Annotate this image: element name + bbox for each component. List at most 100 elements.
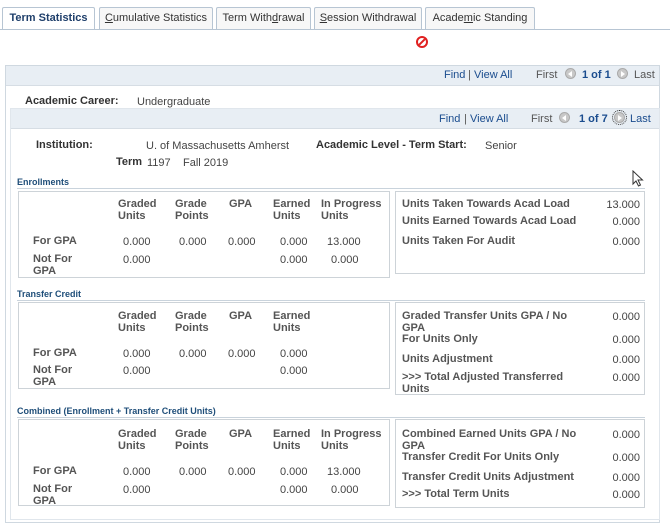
tab-label: Term With [222, 12, 273, 24]
table-cell: 0.000 [228, 348, 256, 360]
tab-label: Acade [432, 12, 464, 24]
tab-label: ession Withdrawal [327, 12, 417, 24]
col-header-graded-units: Graded Units [118, 198, 157, 222]
tab-label: umulative Statistics [112, 12, 208, 24]
table-cell: 0.000 [123, 365, 151, 377]
row-count: 1 of 7 [579, 113, 608, 125]
table-cell: 0.000 [331, 484, 359, 496]
col-header-grade-points: Grade Points [175, 310, 209, 334]
table-cell: 0.000 [179, 236, 207, 248]
table-cell: 0.000 [280, 348, 308, 360]
units-adjustment-label: Units Adjustment [402, 353, 493, 365]
tab-accesskey: C [104, 12, 113, 24]
total-term-units-label: >>> Total Term Units [402, 488, 510, 500]
col-header-graded-units: Graded Units [118, 428, 157, 452]
col-header-earned-units: Earned Units [273, 198, 311, 222]
table-cell: 13.000 [327, 466, 361, 478]
view-all-link[interactable]: View All [470, 113, 508, 125]
units-earned-acad-load-value: 0.000 [612, 216, 640, 228]
row-label-for-gpa: For GPA [33, 465, 77, 477]
table-cell: 0.000 [228, 466, 256, 478]
table-cell: 0.000 [280, 236, 308, 248]
table-cell: 0.000 [123, 254, 151, 266]
col-header-gpa: GPA [229, 428, 253, 440]
institution-value: U. of Massachusetts Amherst [146, 140, 290, 152]
nav-separator: | [464, 113, 467, 125]
tab-label: rawal [278, 12, 305, 24]
total-adjusted-transferred-label: >>> Total Adjusted Transferred Units [402, 371, 564, 395]
previous-icon[interactable] [559, 112, 570, 123]
row-label-not-for-gpa: Not For GPA [33, 483, 73, 507]
table-cell: 0.000 [179, 466, 207, 478]
col-header-gpa: GPA [229, 310, 253, 322]
transfer-units-only-label: Transfer Credit For Units Only [402, 451, 560, 463]
col-header-graded-units: Graded Units [118, 310, 157, 334]
table-cell: 0.000 [331, 254, 359, 266]
tab-academic-standing[interactable]: Academic Standing [425, 7, 535, 29]
tab-label: ic Standing [472, 12, 528, 24]
transfer-units-only-value: 0.000 [612, 452, 640, 464]
academic-level-label: Academic Level - Term Start: [316, 139, 467, 151]
last-label: Last [634, 69, 655, 81]
graded-transfer-gpa-value: 0.000 [612, 311, 640, 323]
term-label: Term [116, 156, 143, 168]
previous-icon[interactable] [565, 68, 576, 79]
section-title: Combined (Enrollment + Transfer Credit U… [17, 406, 216, 416]
transfer-units-adjustment-value: 0.000 [612, 472, 640, 484]
find-link[interactable]: Find [439, 113, 460, 125]
section-title: Enrollments [17, 177, 70, 187]
career-nav-bar: Find | View All First 1 of 1 Last [6, 66, 659, 86]
units-taken-audit-label: Units Taken For Audit [402, 235, 516, 247]
col-header-gpa: GPA [229, 198, 253, 210]
first-label: First [536, 69, 558, 81]
total-adjusted-transferred-value: 0.000 [612, 372, 640, 384]
tab-bar: Term Statistics Cumulative Statistics Te… [2, 7, 670, 30]
table-cell: 0.000 [280, 365, 308, 377]
transfer-credit-header: Transfer Credit [17, 289, 645, 301]
units-earned-acad-load-label: Units Earned Towards Acad Load [402, 215, 577, 227]
table-cell: 0.000 [123, 236, 151, 248]
transfer-units-adjustment-label: Transfer Credit Units Adjustment [402, 471, 574, 483]
table-cell: 0.000 [179, 348, 207, 360]
next-icon[interactable] [612, 110, 627, 125]
graded-transfer-gpa-label: Graded Transfer Units GPA / No GPA [402, 310, 568, 334]
last-link[interactable]: Last [630, 113, 651, 125]
enrollments-header: Enrollments [17, 177, 645, 189]
row-count: 1 of 1 [582, 69, 611, 81]
col-header-grade-points: Grade Points [175, 428, 209, 452]
academic-level-value: Senior [485, 140, 517, 152]
units-taken-acad-load-label: Units Taken Towards Acad Load [402, 198, 570, 210]
table-cell: 0.000 [280, 254, 308, 266]
units-adjustment-value: 0.000 [612, 354, 640, 366]
tab-accesskey: S [319, 12, 328, 24]
find-link[interactable]: Find [444, 69, 465, 81]
term-nav-bar: Find | View All First 1 of 7 Last [11, 109, 659, 129]
table-cell: 0.000 [123, 466, 151, 478]
tab-divider [0, 29, 670, 30]
col-header-earned-units: Earned Units [273, 428, 311, 452]
tab-term-statistics[interactable]: Term Statistics [2, 7, 95, 30]
term-name: Fall 2019 [183, 157, 229, 169]
institution-label: Institution: [36, 139, 93, 151]
table-cell: 0.000 [123, 484, 151, 496]
row-label-for-gpa: For GPA [33, 347, 77, 359]
view-all-link[interactable]: View All [474, 69, 512, 81]
table-cell: 13.000 [327, 236, 361, 248]
academic-career-label: Academic Career: [25, 95, 119, 107]
tab-cumulative-statistics[interactable]: Cumulative Statistics [99, 7, 213, 29]
prohibited-icon [416, 36, 428, 48]
col-header-in-progress-units: In Progress Units [321, 198, 382, 222]
combined-header: Combined (Enrollment + Transfer Credit U… [17, 406, 645, 418]
tab-session-withdrawal[interactable]: Session Withdrawal [314, 7, 422, 29]
combined-earned-gpa-label: Combined Earned Units GPA / No GPA [402, 428, 577, 452]
next-icon[interactable] [617, 68, 628, 79]
academic-career-value: Undergraduate [137, 96, 211, 108]
for-units-only-label: For Units Only [402, 333, 478, 345]
tab-label: Term Statistics [9, 12, 88, 24]
for-units-only-value: 0.000 [612, 334, 640, 346]
units-taken-audit-value: 0.000 [612, 236, 640, 248]
tab-accesskey: m [463, 12, 473, 24]
units-taken-acad-load-value: 13.000 [606, 199, 640, 211]
col-header-in-progress-units: In Progress Units [321, 428, 382, 452]
tab-term-withdrawal[interactable]: Term Withdrawal [216, 7, 311, 29]
